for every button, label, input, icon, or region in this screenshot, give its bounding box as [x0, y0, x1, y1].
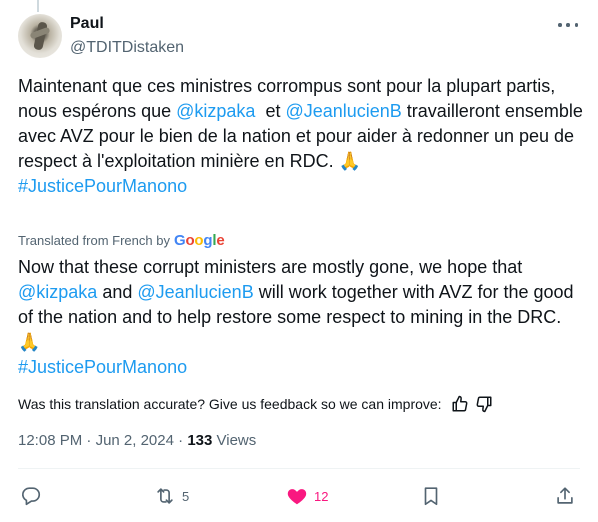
hashtag-link[interactable]: #JusticePourManono: [18, 174, 584, 199]
mention-link[interactable]: @kizpaka: [18, 282, 97, 302]
thumbs-down-icon[interactable]: [474, 394, 494, 414]
author-handle[interactable]: @TDITDistaken: [70, 38, 184, 58]
hashtag-link[interactable]: #JusticePourManono: [18, 355, 584, 380]
views-count[interactable]: 133: [187, 432, 212, 449]
google-logo: Google: [173, 232, 225, 249]
share-button[interactable]: [554, 481, 576, 511]
reply-icon: [20, 485, 42, 507]
tweet-header: Paul @TDITDistaken: [18, 14, 584, 58]
tweet-text-translated: Now that these corrupt ministers are mos…: [18, 255, 584, 380]
like-button[interactable]: 12: [286, 481, 328, 511]
feedback-question: Was this translation accurate? Give us f…: [18, 396, 442, 412]
tweet-meta: 12:08 PM · Jun 2, 2024 · 133 Views: [18, 432, 256, 449]
tweet-date[interactable]: Jun 2, 2024: [96, 432, 174, 449]
share-icon: [554, 485, 576, 507]
bookmark-button[interactable]: [420, 481, 442, 511]
folded-hands-emoji: 🙏: [338, 151, 362, 172]
tweet-time[interactable]: 12:08 PM: [18, 432, 82, 449]
author-display-name[interactable]: Paul: [70, 14, 184, 34]
meta-separator: ·: [82, 432, 96, 449]
text-segment: and: [97, 282, 138, 302]
more-options-icon[interactable]: [558, 18, 578, 32]
meta-separator: ·: [173, 432, 188, 449]
divider: [18, 468, 580, 469]
heart-icon: [286, 485, 308, 507]
mention-link[interactable]: @kizpaka: [176, 101, 255, 121]
text-segment: Now that these corrupt ministers are mos…: [18, 257, 523, 277]
views-label[interactable]: Views: [212, 432, 257, 449]
thread-connector-line: [37, 0, 39, 12]
translation-notice-text: Translated from French by: [18, 233, 170, 248]
avatar[interactable]: [18, 14, 62, 58]
translation-notice: Translated from French by Google: [18, 232, 225, 249]
reply-button[interactable]: [20, 481, 48, 511]
author-names: Paul @TDITDistaken: [70, 14, 184, 58]
action-bar: 5 12: [18, 481, 580, 511]
translation-feedback: Was this translation accurate? Give us f…: [18, 394, 494, 414]
like-count: 12: [314, 488, 329, 504]
tweet-text-original: Maintenant que ces ministres corrompus s…: [18, 74, 584, 199]
repost-count: 5: [182, 488, 190, 504]
mention-link[interactable]: @JeanlucienB: [285, 101, 401, 121]
bookmark-icon: [420, 485, 442, 507]
thumbs-up-icon[interactable]: [450, 394, 470, 414]
text-segment: et: [255, 101, 286, 121]
folded-hands-emoji: 🙏: [18, 332, 41, 353]
mention-link[interactable]: @JeanlucienB: [137, 282, 253, 302]
repost-icon: [154, 485, 176, 507]
repost-button[interactable]: 5: [154, 481, 189, 511]
